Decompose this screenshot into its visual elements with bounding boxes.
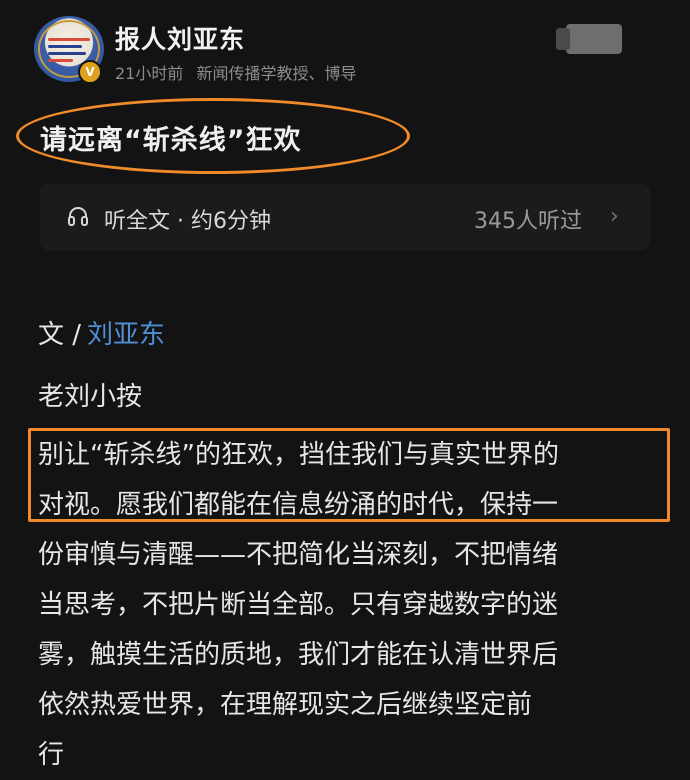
section-subhead: 老刘小按	[38, 382, 143, 412]
verified-badge: V	[78, 60, 102, 84]
post-time: 21小时前	[115, 64, 184, 83]
paragraph-line: 行	[38, 740, 65, 770]
listen-label: 听全文 · 约6分钟	[104, 209, 271, 234]
chevron-right-icon: ›	[610, 204, 619, 229]
listen-full-text-bar[interactable]: 听全文 · 约6分钟 345人听过 ›	[40, 184, 650, 250]
article-title: 请远离“斩杀线”狂欢	[40, 125, 302, 156]
article-header: V 报人刘亚东 21小时前 新闻传播学教授、博导	[0, 0, 690, 100]
paragraph-line: 份审慎与清醒——不把简化当深刻，不把情绪	[38, 540, 559, 570]
byline: 文 / 刘亚东	[38, 314, 165, 351]
paragraph-line: 别让“斩杀线”的狂欢，挡住我们与真实世界的	[38, 440, 559, 470]
paragraph-line: 当思考，不把片断当全部。只有穿越数字的迷	[38, 590, 559, 620]
headphone-icon	[68, 207, 88, 226]
paragraph-line: 对视。愿我们都能在信息纷涌的时代，保持一	[38, 490, 559, 520]
article-paragraph: 别让“斩杀线”的狂欢，挡住我们与真实世界的 对视。愿我们都能在信息纷涌的时代，保…	[38, 430, 668, 780]
byline-author-link[interactable]: 刘亚东	[87, 320, 165, 350]
author-title: 新闻传播学教授、博导	[196, 64, 357, 83]
paragraph-line: 雾，触摸生活的质地，我们才能在认清世界后	[38, 640, 559, 670]
listen-count: 345人听过	[474, 209, 582, 234]
byline-prefix: 文 /	[38, 320, 82, 350]
author-meta: 21小时前 新闻传播学教授、博导	[115, 60, 364, 84]
paragraph-line: 依然热爱世界，在理解现实之后继续坚定前	[38, 690, 533, 720]
article-title-block: 请远离“斩杀线”狂欢	[16, 98, 416, 178]
author-name[interactable]: 报人刘亚东	[115, 20, 245, 56]
follow-button[interactable]	[556, 24, 622, 54]
